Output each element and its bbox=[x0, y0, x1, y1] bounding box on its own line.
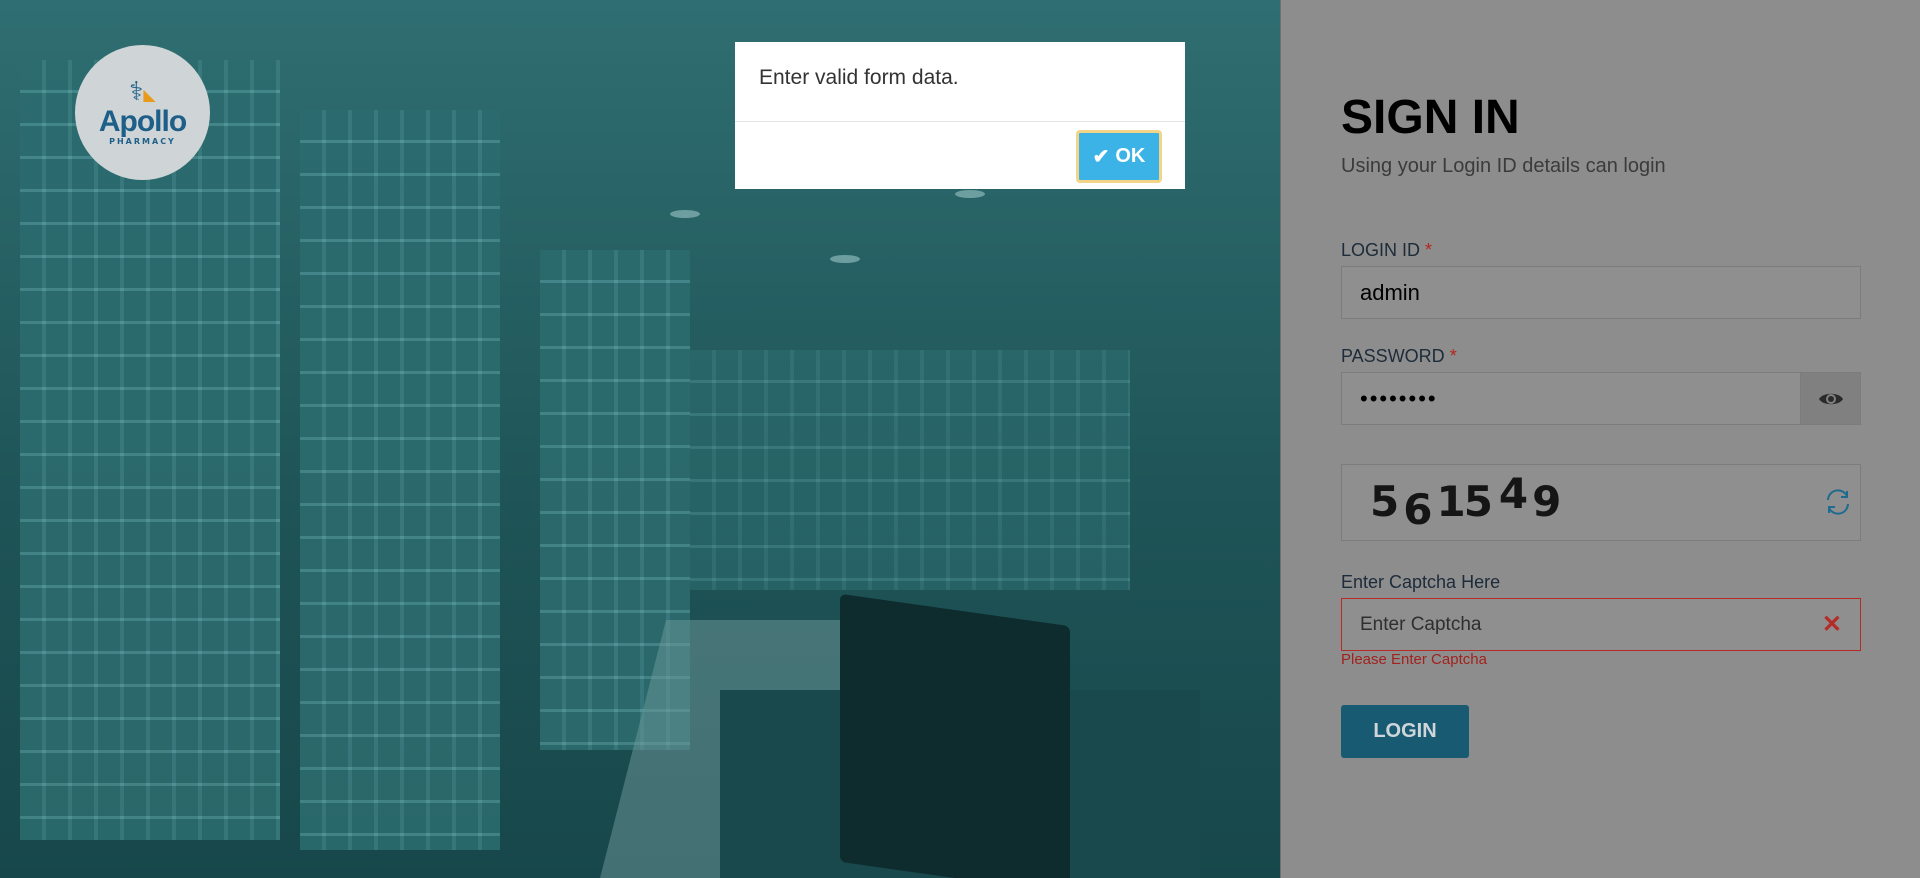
refresh-captcha-button[interactable] bbox=[1818, 482, 1858, 522]
alert-divider bbox=[735, 121, 1185, 122]
logo-sub-text: PHARMACY bbox=[109, 136, 176, 146]
captcha-error-message: Please Enter Captcha bbox=[1341, 651, 1487, 668]
toggle-password-button[interactable] bbox=[1800, 372, 1861, 425]
monitor bbox=[840, 593, 1070, 878]
captcha-digit: 6 bbox=[1403, 485, 1437, 534]
captcha-text: 5615 49 bbox=[1370, 469, 1566, 534]
captcha-placeholder: Enter Captcha bbox=[1360, 613, 1482, 635]
password-label-text: PASSWORD bbox=[1341, 346, 1445, 366]
captcha-label: Enter Captcha Here bbox=[1341, 572, 1501, 592]
login-id-value: admin bbox=[1360, 279, 1420, 305]
login-id-input[interactable]: admin bbox=[1341, 266, 1861, 319]
password-label: PASSWORD * bbox=[1341, 346, 1457, 367]
required-mark: * bbox=[1449, 346, 1457, 366]
captcha-digit: 9 bbox=[1532, 477, 1566, 526]
logo-mark-icon: ⚕◣ bbox=[129, 76, 156, 107]
login-id-label: LOGIN ID * bbox=[1341, 240, 1432, 261]
eye-icon bbox=[1818, 393, 1843, 404]
captcha-input[interactable]: Enter Captcha ✕ bbox=[1341, 598, 1861, 651]
apollo-pharmacy-logo: ⚕◣ Apollo PHARMACY bbox=[75, 45, 210, 180]
captcha-digit: 5 bbox=[1370, 477, 1404, 526]
ceiling-light bbox=[955, 190, 985, 198]
login-button[interactable]: LOGIN bbox=[1341, 705, 1469, 758]
page-title: SIGN IN bbox=[1341, 91, 1520, 144]
shelf-rack-rows bbox=[300, 110, 500, 850]
captcha-digit: 15 bbox=[1436, 477, 1492, 526]
password-input[interactable]: •••••••• bbox=[1341, 372, 1801, 425]
logo-brand-text: Apollo bbox=[98, 104, 187, 138]
check-icon: ✔ bbox=[1092, 146, 1110, 168]
ceiling-light bbox=[830, 255, 860, 263]
alert-dialog: Enter valid form data. ✔ OK bbox=[735, 42, 1185, 189]
password-value: •••••••• bbox=[1360, 385, 1438, 411]
ok-button-label: OK bbox=[1115, 145, 1146, 167]
login-id-label-text: LOGIN ID bbox=[1341, 240, 1421, 260]
ok-button[interactable]: ✔ OK bbox=[1076, 130, 1162, 183]
page-subtitle: Using your Login ID details can login bbox=[1341, 155, 1666, 177]
captcha-digit: 4 bbox=[1498, 469, 1533, 518]
captcha-image: 5615 49 bbox=[1341, 464, 1861, 541]
alert-message: Enter valid form data. bbox=[759, 66, 959, 89]
required-mark: * bbox=[1425, 240, 1433, 260]
signin-panel: SIGN IN Using your Login ID details can … bbox=[1280, 0, 1920, 878]
back-shelf-rows bbox=[690, 350, 1130, 590]
close-icon[interactable]: ✕ bbox=[1822, 610, 1842, 639]
ceiling-light bbox=[670, 210, 700, 218]
refresh-icon bbox=[1827, 489, 1849, 515]
